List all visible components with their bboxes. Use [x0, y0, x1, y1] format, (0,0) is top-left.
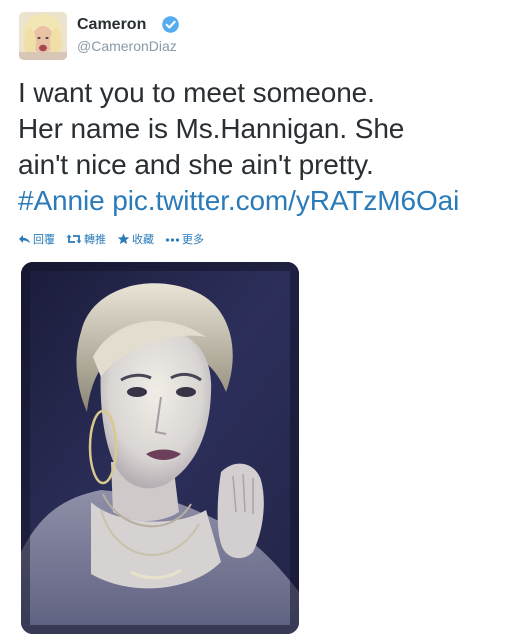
- more-icon: [165, 233, 180, 245]
- reply-button[interactable]: 回覆: [18, 231, 55, 247]
- favorite-label: 收藏: [132, 234, 154, 246]
- user-name[interactable]: Cameron: [77, 15, 146, 35]
- retweet-label: 轉推: [84, 234, 106, 246]
- retweet-icon: [66, 233, 82, 245]
- tweet-photo[interactable]: [21, 262, 299, 634]
- tweet-text-line: #Annie pic.twitter.com/yRATzM6Oai: [18, 183, 513, 219]
- star-icon: [117, 233, 130, 245]
- tweet-text-line: Her name is Ms.Hannigan. She: [18, 113, 405, 144]
- retweet-button[interactable]: 轉推: [66, 231, 106, 247]
- hashtag-link[interactable]: #Annie: [18, 185, 105, 216]
- tweet-actions: 回覆 轉推 收藏 更多: [18, 231, 215, 247]
- verified-badge-icon: [162, 16, 179, 33]
- reply-label: 回覆: [33, 234, 55, 246]
- favorite-button[interactable]: 收藏: [117, 231, 154, 247]
- user-handle[interactable]: @CameronDiaz: [77, 37, 177, 55]
- pic-link[interactable]: pic.twitter.com/yRATzM6Oai: [112, 185, 459, 216]
- tweet-text-line: I want you to meet someone.: [18, 77, 375, 108]
- tweet-text: I want you to meet someone. Her name is …: [18, 75, 513, 219]
- more-label: 更多: [182, 234, 204, 246]
- avatar[interactable]: [19, 12, 67, 60]
- reply-icon: [18, 233, 31, 245]
- tweet-card: Cameron @CameronDiaz I want you to meet …: [0, 0, 521, 641]
- more-button[interactable]: 更多: [165, 231, 204, 247]
- tweet-text-line: ain't nice and she ain't pretty.: [18, 149, 374, 180]
